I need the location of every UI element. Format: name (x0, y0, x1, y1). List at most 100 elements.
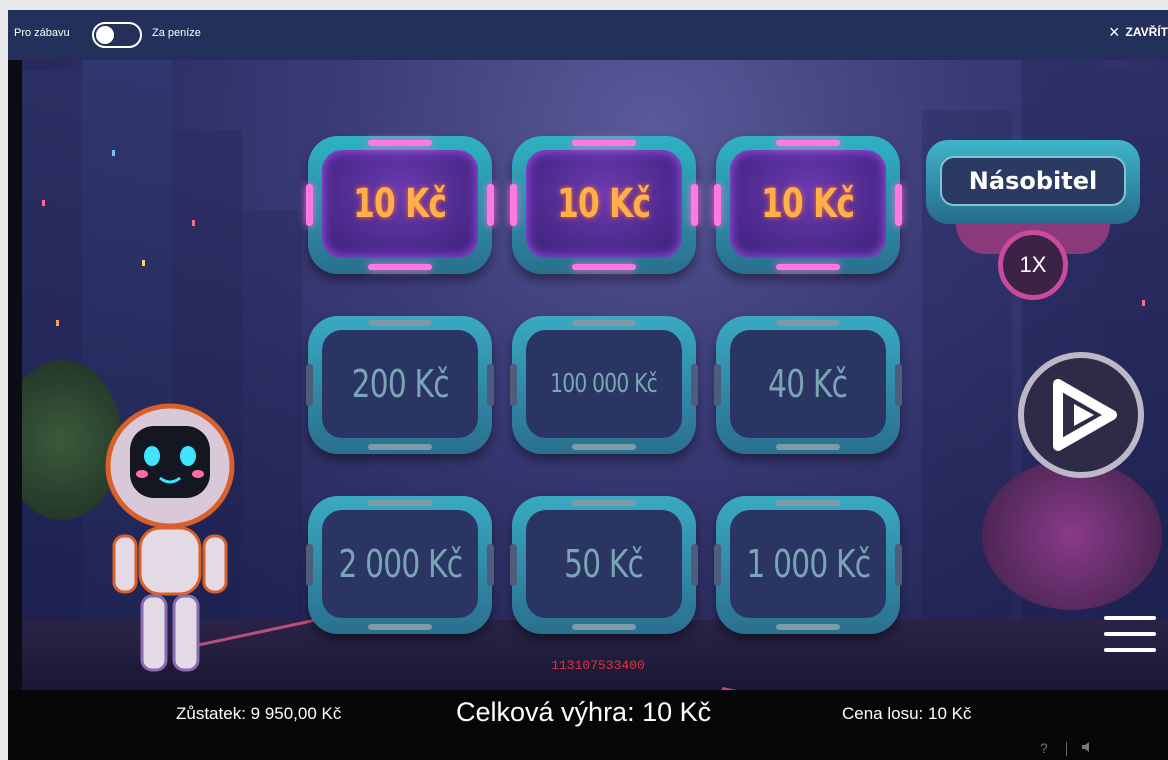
multiplier-value: 1X (998, 230, 1068, 300)
close-label: ZAVŘÍT (1125, 25, 1168, 39)
tile-face: 40 Kč (730, 330, 886, 438)
menu-icon-line (1104, 648, 1156, 652)
ticket-price-text: Cena losu: 10 Kč (842, 704, 972, 723)
bottom-bar: Zůstatek: 9 950,00 Kč Celková výhra: 10 … (8, 690, 1168, 760)
tile-face: 100 000 Kč (526, 330, 682, 438)
tile-accent (368, 444, 432, 450)
tile-accent (895, 544, 902, 586)
tile-face: 10 Kč (322, 150, 478, 258)
tile-value: 1 000 Kč (746, 542, 871, 586)
tile-value: 100 000 Kč (550, 369, 659, 399)
tile-accent (368, 140, 432, 146)
tile-face: 50 Kč (526, 510, 682, 618)
help-icon[interactable]: ? (1040, 740, 1048, 756)
tile-accent (895, 184, 902, 226)
tile-accent (776, 320, 840, 326)
tile-accent (306, 544, 313, 586)
tile-value: 10 Kč (761, 181, 855, 227)
total-win-text: Celková výhra: 10 Kč (456, 697, 712, 727)
tile-accent (368, 264, 432, 270)
play-button[interactable] (1018, 352, 1144, 478)
multiplier-panel: Násobitel 1X (926, 140, 1140, 312)
tile-accent (368, 320, 432, 326)
toggle-knob (96, 26, 114, 44)
tile-face: 200 Kč (322, 330, 478, 438)
close-button[interactable]: × ZAVŘÍT (1109, 22, 1168, 42)
tile-accent (691, 184, 698, 226)
scratch-tile[interactable]: 200 Kč (306, 316, 494, 454)
balance-text: Zůstatek: 9 950,00 Kč (176, 704, 342, 723)
play-icon (1053, 379, 1117, 451)
tile-value: 50 Kč (564, 542, 645, 586)
menu-button[interactable] (1104, 616, 1156, 656)
tile-face: 10 Kč (526, 150, 682, 258)
tile-value: 10 Kč (557, 181, 651, 227)
building-light (112, 150, 115, 156)
mode-toggle-switch[interactable] (92, 22, 142, 48)
mode-money-label[interactable]: Za peníze (152, 27, 201, 39)
tile-accent (487, 364, 494, 406)
game-scene: 10 Kč 10 Kč 10 Kč 200 Kč 100 000 Kč 40 K… (22, 60, 1168, 690)
tile-accent (510, 364, 517, 406)
building-light (1142, 300, 1145, 306)
tile-accent (714, 184, 721, 226)
tile-accent (487, 544, 494, 586)
scratch-tile[interactable]: 50 Kč (510, 496, 698, 634)
menu-icon-line (1104, 616, 1156, 620)
tile-accent (572, 444, 636, 450)
building-light (192, 220, 195, 226)
tile-accent (776, 500, 840, 506)
top-bar: Pro zábavu Za peníze × ZAVŘÍT (8, 10, 1168, 60)
tile-accent (306, 184, 313, 226)
tree (982, 460, 1162, 610)
scratch-tile[interactable]: 1 000 Kč (714, 496, 902, 634)
building-light (42, 200, 45, 206)
tile-face: 2 000 Kč (322, 510, 478, 618)
tile-value: 40 Kč (768, 362, 849, 406)
close-icon: × (1109, 22, 1120, 42)
scratch-tile[interactable]: 10 Kč (510, 136, 698, 274)
scratch-tile[interactable]: 10 Kč (714, 136, 902, 274)
tile-accent (572, 500, 636, 506)
tile-accent (510, 184, 517, 226)
building-light (142, 260, 145, 266)
tile-accent (572, 624, 636, 630)
mode-fun-label[interactable]: Pro zábavu (14, 27, 70, 39)
divider (1066, 742, 1067, 756)
sound-icon[interactable] (1080, 740, 1094, 754)
tile-value: 200 Kč (351, 362, 449, 406)
tile-accent (776, 624, 840, 630)
tile-face: 10 Kč (730, 150, 886, 258)
building-light (56, 320, 59, 326)
tile-accent (895, 364, 902, 406)
robot-mascot (105, 403, 235, 672)
multiplier-label: Násobitel (940, 156, 1126, 206)
tile-value: 2 000 Kč (338, 542, 463, 586)
tile-accent (714, 544, 721, 586)
building (242, 210, 302, 630)
multiplier-header: Násobitel (926, 140, 1140, 224)
tile-accent (306, 364, 313, 406)
tile-value: 10 Kč (353, 181, 447, 227)
tile-accent (510, 544, 517, 586)
tile-accent (776, 264, 840, 270)
ticket-id: 113107533400 (551, 658, 645, 673)
tile-accent (572, 264, 636, 270)
game-frame: Pro zábavu Za peníze × ZAVŘÍT 10 Kč 10 K… (8, 10, 1168, 760)
tile-accent (691, 544, 698, 586)
tile-accent (776, 140, 840, 146)
tile-accent (487, 184, 494, 226)
scratch-tile[interactable]: 2 000 Kč (306, 496, 494, 634)
tile-accent (714, 364, 721, 406)
scratch-tile[interactable]: 100 000 Kč (510, 316, 698, 454)
scratch-tile[interactable]: 40 Kč (714, 316, 902, 454)
tile-accent (368, 624, 432, 630)
scratch-tile[interactable]: 10 Kč (306, 136, 494, 274)
tile-face: 1 000 Kč (730, 510, 886, 618)
tile-accent (368, 500, 432, 506)
tile-accent (691, 364, 698, 406)
tile-accent (572, 140, 636, 146)
tile-accent (776, 444, 840, 450)
menu-icon-line (1104, 632, 1156, 636)
tile-accent (572, 320, 636, 326)
